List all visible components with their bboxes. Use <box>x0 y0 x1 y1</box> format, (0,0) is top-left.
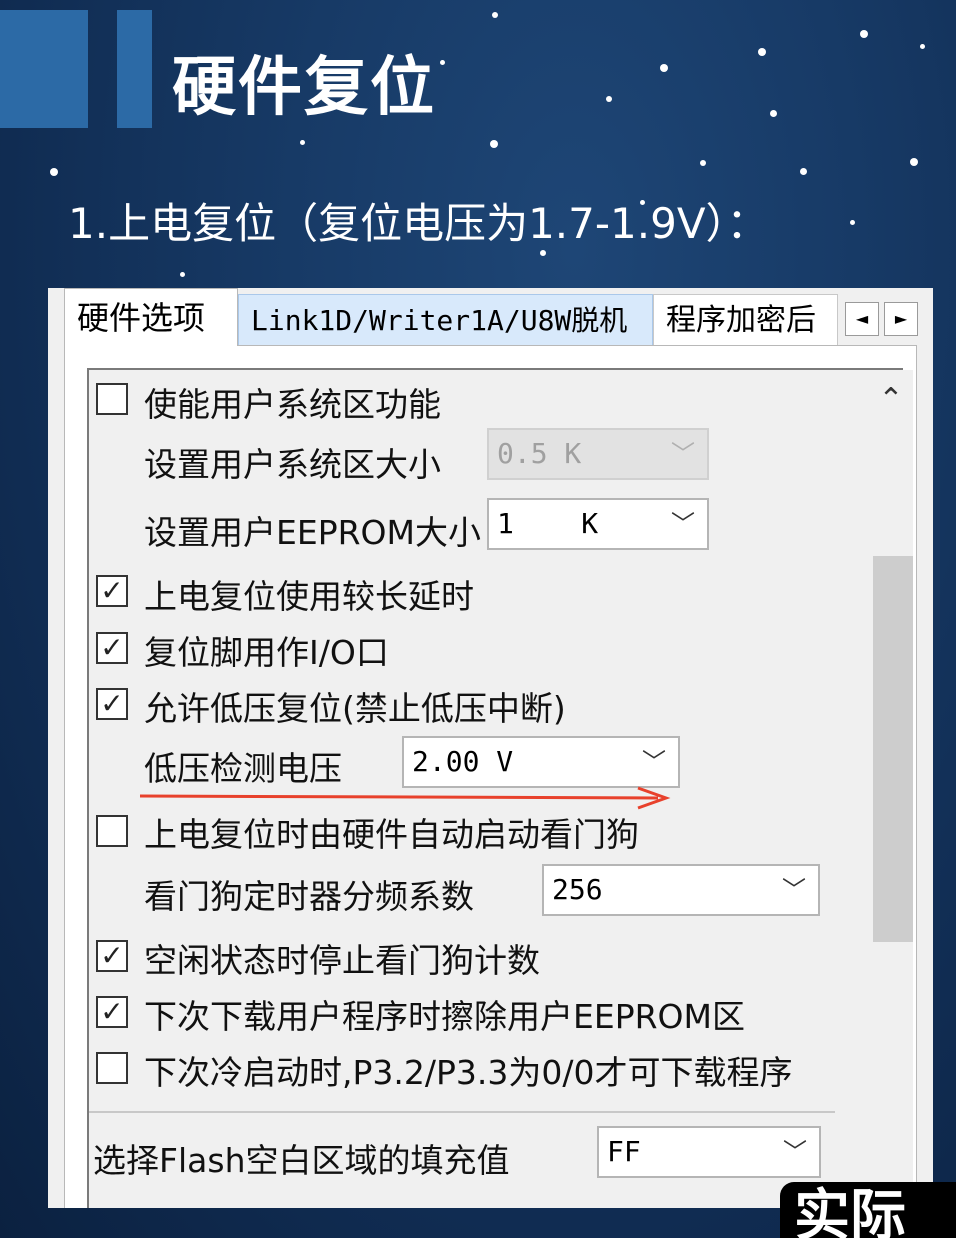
chevron-down-icon: ﹀ <box>783 1138 807 1166</box>
star <box>700 160 706 166</box>
option-label: 设置用户EEPROM大小 <box>144 513 481 552</box>
option-label: 使能用户系统区功能 <box>144 385 441 424</box>
star <box>860 30 868 38</box>
star <box>660 64 668 72</box>
star <box>770 110 777 117</box>
select-value: FF <box>607 1135 641 1168</box>
option-label: 看门狗定时器分频系数 <box>144 877 474 916</box>
checkbox-idle-stop-watchdog[interactable]: ✓ <box>96 940 128 972</box>
select-value: 1 K <box>497 507 599 540</box>
star <box>440 60 445 65</box>
star <box>490 140 498 148</box>
option-label: 选择Flash空白区域的填充值 <box>93 1141 510 1180</box>
tab-hardware-options[interactable]: 硬件选项 <box>64 288 238 346</box>
accent-bar <box>117 10 152 128</box>
checkbox-hardware-watchdog[interactable] <box>96 815 128 847</box>
checkbox-erase-eeprom[interactable]: ✓ <box>96 996 128 1028</box>
chevron-down-icon: ﹀ <box>782 876 806 904</box>
checkbox-enable-user-system-area[interactable] <box>96 383 128 415</box>
scroll-up-icon[interactable]: ⌃ <box>869 380 913 420</box>
option-label: 设置用户系统区大小 <box>144 445 441 484</box>
select-value: 2.00 V <box>412 745 514 778</box>
user-system-size-select[interactable]: 0.5 K ﹀ <box>487 428 709 480</box>
option-label: 下次冷启动时,P3.2/P3.3为0/0才可下载程序 <box>144 1053 793 1092</box>
scrollbar-thumb[interactable] <box>873 556 913 942</box>
option-label: 允许低压复位(禁止低压中断) <box>144 689 566 728</box>
option-label: 复位脚用作I/O口 <box>144 633 389 672</box>
option-label: 上电复位使用较长延时 <box>144 577 474 616</box>
slide-subtitle: 1.上电复位（复位电压为1.7-1.9V）： <box>68 199 769 248</box>
star <box>606 96 612 102</box>
annotation-arrow-icon <box>139 786 671 810</box>
star <box>920 44 925 49</box>
options-dialog: Link1D/Writer1A/U8W脱机 程序加密后 硬件选项 ◄ ► ⌃ 使… <box>48 288 933 1208</box>
tab-scroll-left-icon[interactable]: ◄ <box>845 302 879 336</box>
scrollbar[interactable]: ⌃ <box>869 370 913 1208</box>
tab-panel: ⌃ 使能用户系统区功能 设置用户系统区大小 0.5 K ﹀ 设置用户EEPROM… <box>64 345 917 1208</box>
tab-offline-programmer[interactable]: Link1D/Writer1A/U8W脱机 <box>238 294 653 346</box>
flash-fill-select[interactable]: FF ﹀ <box>597 1126 821 1178</box>
checkbox-cold-start-p32-p33[interactable] <box>96 1052 128 1084</box>
option-label: 上电复位时由硬件自动启动看门狗 <box>144 815 639 854</box>
star <box>50 168 58 176</box>
star <box>850 220 855 225</box>
chevron-down-icon: ﹀ <box>642 748 666 776</box>
star <box>758 48 766 56</box>
option-label: 空闲状态时停止看门狗计数 <box>144 941 540 980</box>
select-value: 0.5 K <box>497 437 582 470</box>
slide: 硬件复位 1.上电复位（复位电压为1.7-1.9V）： Link1D/Write… <box>0 0 956 1238</box>
tab-encryption[interactable]: 程序加密后 <box>653 294 838 346</box>
star <box>492 12 498 18</box>
checkbox-reset-pin-as-io[interactable]: ✓ <box>96 632 128 664</box>
caption-overlay: 实际 <box>780 1182 956 1238</box>
accent-bar <box>0 10 88 128</box>
separator <box>89 1111 835 1113</box>
star <box>800 168 807 175</box>
chevron-down-icon: ﹀ <box>671 440 695 468</box>
eeprom-size-select[interactable]: 1 K ﹀ <box>487 498 709 550</box>
checkbox-low-voltage-reset[interactable]: ✓ <box>96 688 128 720</box>
option-label: 下次下载用户程序时擦除用户EEPROM区 <box>144 997 745 1036</box>
watchdog-prescaler-select[interactable]: 256 ﹀ <box>542 864 820 916</box>
tab-scroll-right-icon[interactable]: ► <box>884 302 918 336</box>
tab-strip: Link1D/Writer1A/U8W脱机 程序加密后 硬件选项 ◄ ► <box>48 288 933 346</box>
star <box>180 272 185 277</box>
chevron-down-icon: ﹀ <box>671 510 695 538</box>
lvd-voltage-select[interactable]: 2.00 V ﹀ <box>402 736 680 788</box>
star <box>300 140 305 145</box>
select-value: 256 <box>552 873 603 906</box>
checkbox-long-power-on-delay[interactable]: ✓ <box>96 575 128 607</box>
star <box>910 158 918 166</box>
slide-title: 硬件复位 <box>172 51 436 125</box>
